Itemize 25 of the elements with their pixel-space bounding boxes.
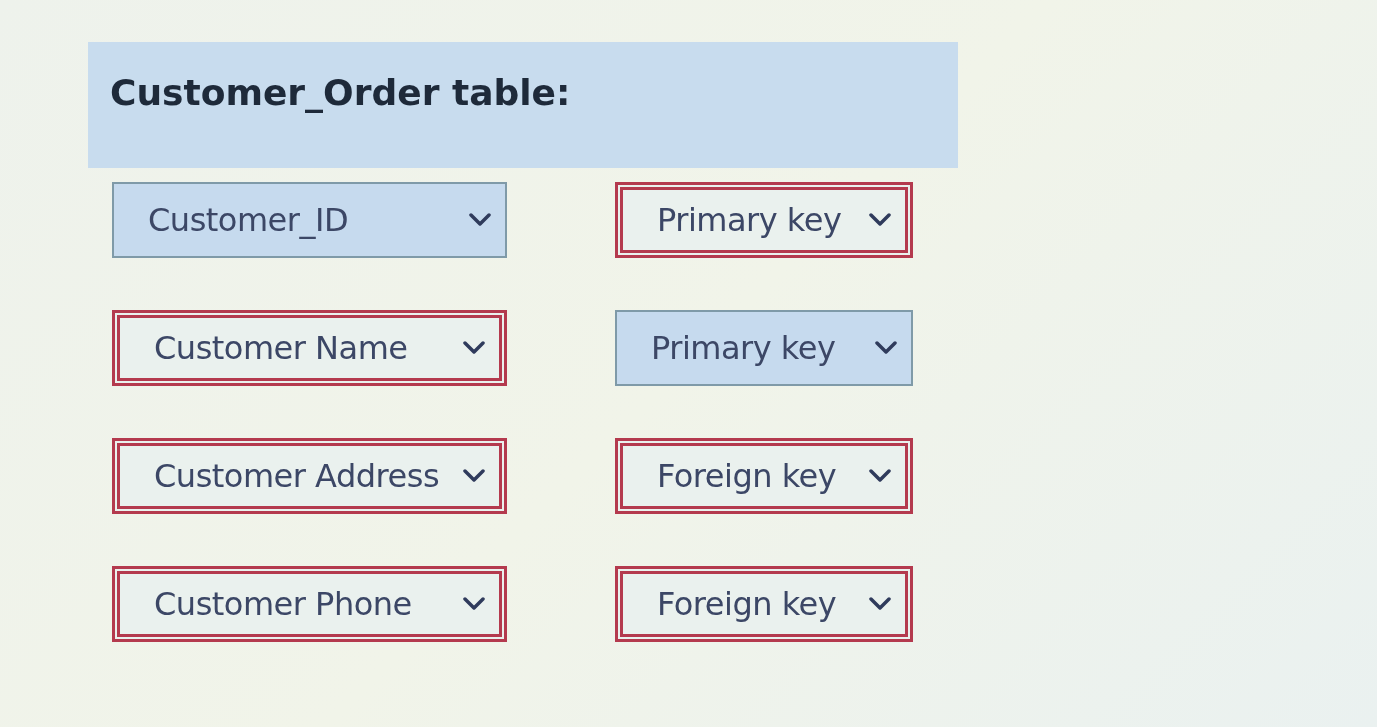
dropdown-value: Customer Address (154, 457, 440, 495)
chevron-down-icon (463, 341, 485, 355)
dropdown[interactable]: Primary key (615, 310, 913, 386)
chevron-down-icon (869, 597, 891, 611)
table-heading: Customer_Order table: (110, 72, 571, 113)
chevron-down-icon (463, 597, 485, 611)
dropdown-value: Customer Name (154, 329, 408, 367)
dropdown-value: Customer Phone (154, 585, 412, 623)
chevron-down-icon (869, 469, 891, 483)
dropdown[interactable]: Customer Address (112, 438, 507, 514)
dropdown[interactable]: Customer Phone (112, 566, 507, 642)
dropdown-value: Foreign key (657, 585, 837, 623)
dropdown[interactable]: Customer Name (112, 310, 507, 386)
dropdown-value: Primary key (651, 329, 836, 367)
dropdown[interactable]: Foreign key (615, 566, 913, 642)
dropdown-value: Foreign key (657, 457, 837, 495)
dropdown[interactable]: Primary key (615, 182, 913, 258)
chevron-down-icon (875, 341, 897, 355)
chevron-down-icon (463, 469, 485, 483)
chevron-down-icon (869, 213, 891, 227)
dropdown[interactable]: Customer_ID (112, 182, 507, 258)
chevron-down-icon (469, 213, 491, 227)
dropdown-value: Customer_ID (148, 201, 348, 239)
dropdown-value: Primary key (657, 201, 842, 239)
dropdown[interactable]: Foreign key (615, 438, 913, 514)
